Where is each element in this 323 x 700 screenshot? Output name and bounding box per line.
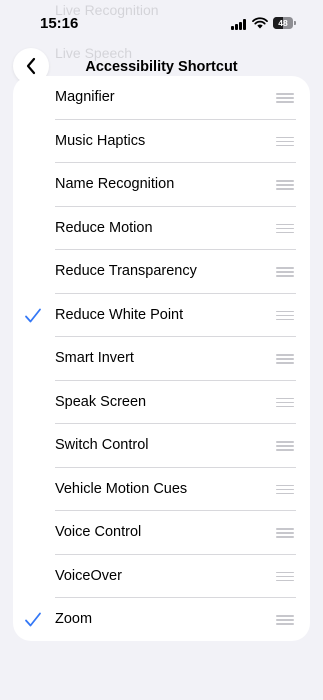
- reorder-handle-icon[interactable]: [276, 441, 294, 451]
- list-item-voiceover[interactable]: VoiceOver: [13, 555, 310, 598]
- page-title: Accessibility Shortcut: [85, 59, 238, 75]
- list-item-label: Reduce Motion: [55, 219, 153, 236]
- shortcut-list: Magnifier Music Haptics Name Recognition…: [13, 76, 310, 641]
- list-item-music-haptics[interactable]: Music Haptics: [13, 120, 310, 163]
- reorder-handle-icon[interactable]: [276, 528, 294, 538]
- wifi-icon: [252, 17, 268, 29]
- list-item-label: VoiceOver: [55, 567, 122, 584]
- reorder-handle-icon[interactable]: [276, 571, 294, 582]
- list-item-label: Zoom: [55, 611, 93, 627]
- list-item-voice-control[interactable]: Voice Control: [13, 511, 310, 555]
- battery-icon: 48: [273, 17, 296, 29]
- reorder-handle-icon[interactable]: [276, 484, 294, 495]
- list-item-speak-screen[interactable]: Speak Screen: [13, 381, 310, 424]
- list-item-label: Music Haptics: [55, 132, 146, 149]
- reorder-handle-icon[interactable]: [276, 136, 294, 147]
- reorder-handle-icon[interactable]: [276, 354, 294, 364]
- reorder-handle-icon[interactable]: [276, 93, 294, 103]
- list-item-label: Vehicle Motion Cues: [55, 480, 188, 497]
- list-item-reduce-motion[interactable]: Reduce Motion: [13, 207, 310, 250]
- status-bar: 15:16 48: [0, 0, 323, 44]
- checkmark-icon: [25, 308, 41, 322]
- reorder-handle-icon[interactable]: [276, 615, 294, 625]
- list-item-label: Reduce Transparency: [55, 263, 197, 279]
- cellular-signal-icon: [231, 19, 247, 30]
- reorder-handle-icon[interactable]: [276, 397, 294, 408]
- list-item-label: Voice Control: [55, 524, 142, 540]
- shortcut-list-card: Magnifier Music Haptics Name Recognition…: [13, 76, 310, 641]
- status-time: 15:16: [40, 15, 79, 32]
- list-item-zoom[interactable]: Zoom: [13, 598, 310, 641]
- reorder-handle-icon[interactable]: [276, 267, 294, 277]
- list-item-name-recognition[interactable]: Name Recognition: [13, 163, 310, 207]
- list-item-label: Magnifier: [55, 89, 115, 105]
- reorder-handle-icon[interactable]: [276, 180, 294, 190]
- list-item-label: Name Recognition: [55, 176, 175, 192]
- list-item-vehicle-motion-cues[interactable]: Vehicle Motion Cues: [13, 468, 310, 511]
- list-item-label: Speak Screen: [55, 393, 147, 410]
- battery-level: 48: [278, 18, 288, 28]
- list-item-magnifier[interactable]: Magnifier: [13, 76, 310, 120]
- list-item-label: Smart Invert: [55, 350, 134, 366]
- list-item-reduce-transparency[interactable]: Reduce Transparency: [13, 250, 310, 294]
- reorder-handle-icon[interactable]: [276, 310, 294, 321]
- list-item-switch-control[interactable]: Switch Control: [13, 424, 310, 468]
- reorder-handle-icon[interactable]: [276, 223, 294, 234]
- checkmark-icon: [25, 612, 41, 627]
- list-item-reduce-white-point[interactable]: Reduce White Point: [13, 294, 310, 337]
- list-item-label: Switch Control: [55, 437, 149, 453]
- list-item-smart-invert[interactable]: Smart Invert: [13, 337, 310, 381]
- list-item-label: Reduce White Point: [55, 306, 184, 323]
